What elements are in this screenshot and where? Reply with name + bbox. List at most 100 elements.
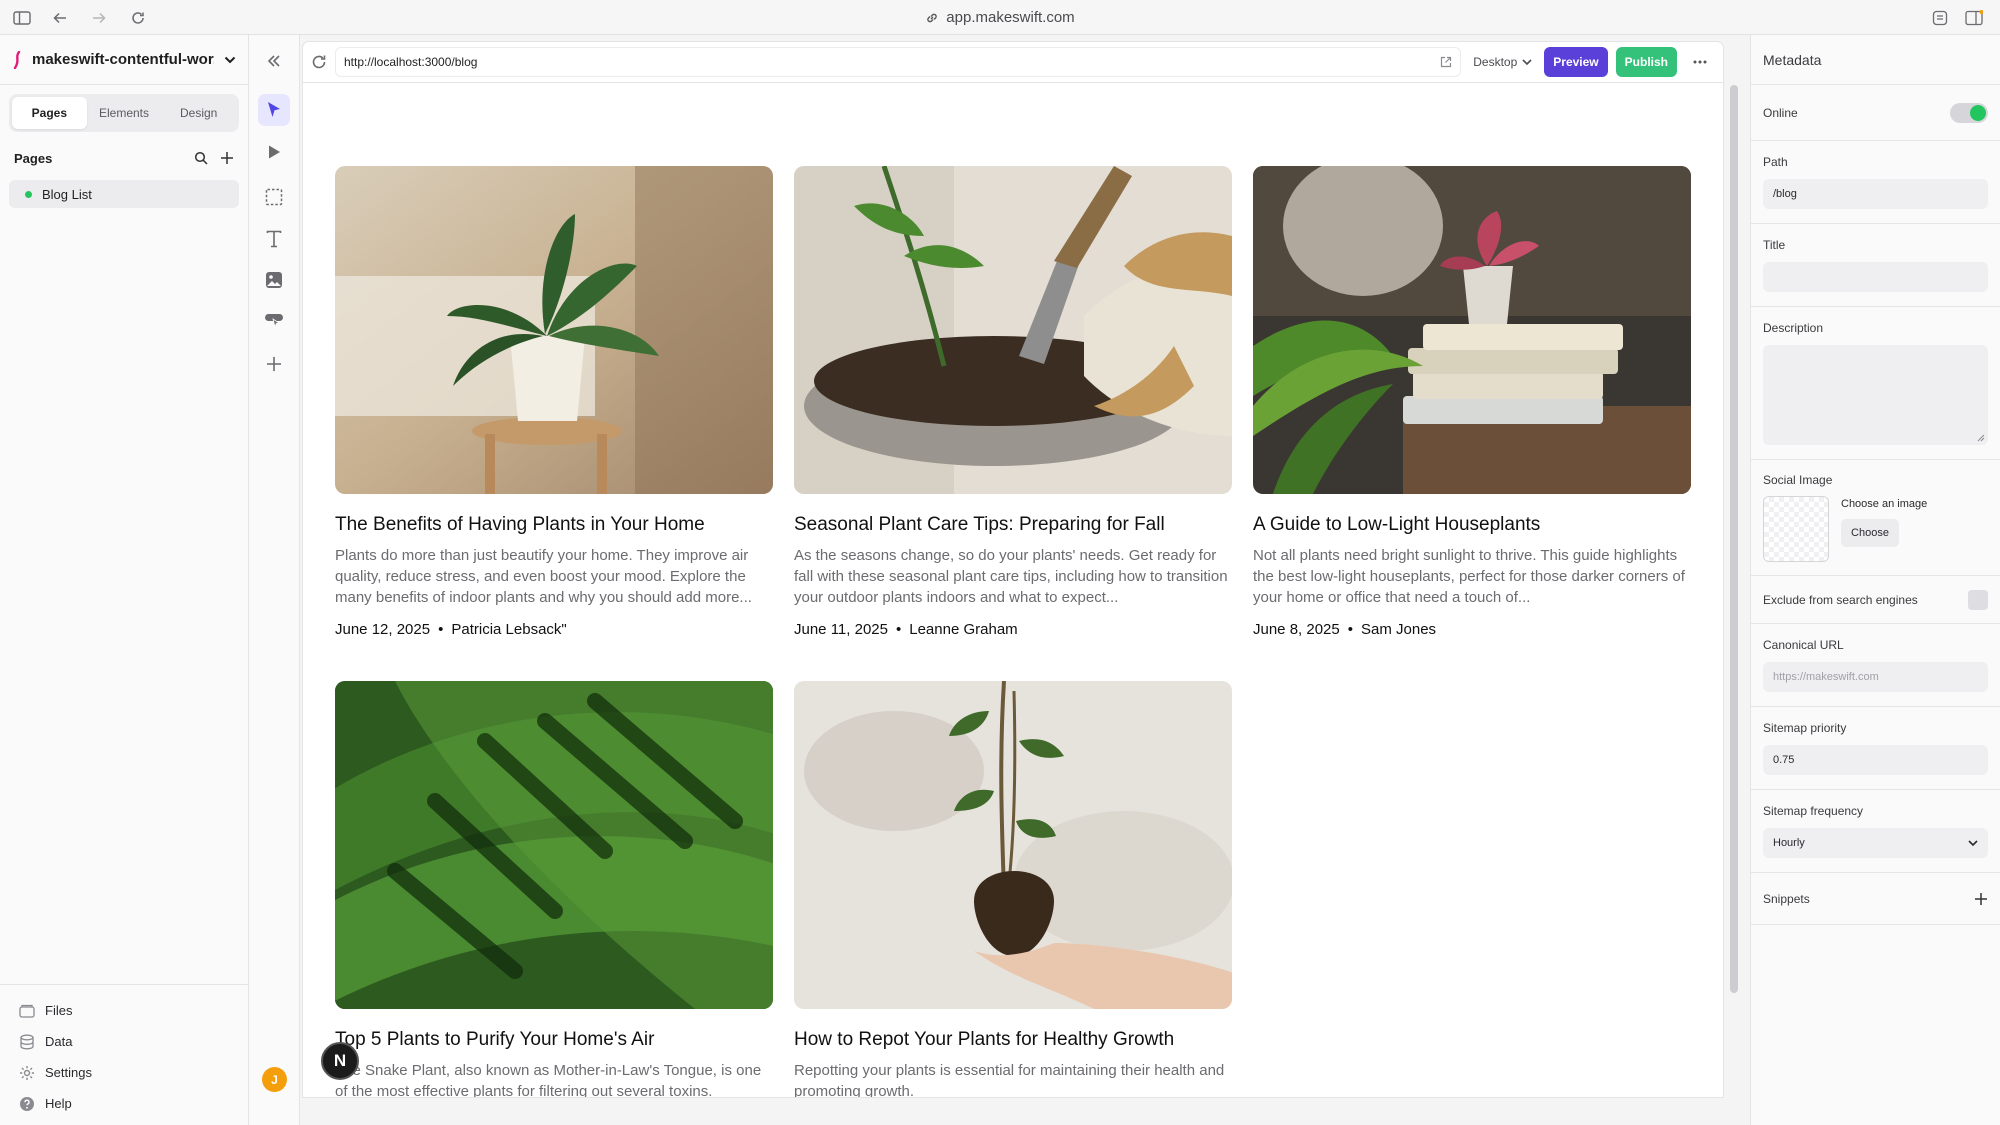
page-item-blog-list[interactable]: Blog List: [9, 180, 239, 208]
blog-card[interactable]: A Guide to Low-Light Houseplants Not all…: [1253, 166, 1691, 638]
chevron-down-icon: [1968, 839, 1978, 847]
nav-help-label: Help: [45, 1096, 72, 1111]
social-image-placeholder[interactable]: [1763, 496, 1829, 562]
meta-separator: •: [438, 621, 444, 638]
more-options-icon[interactable]: [1685, 60, 1715, 64]
project-selector[interactable]: makeswift-contentful-wor...: [0, 35, 248, 85]
path-label: Path: [1763, 155, 1788, 169]
tab-elements[interactable]: Elements: [87, 97, 162, 129]
nav-help[interactable]: Help: [0, 1088, 248, 1119]
refresh-icon[interactable]: [311, 54, 327, 70]
chevron-down-icon: [1522, 58, 1532, 66]
blog-card-excerpt: Not all plants need bright sunlight to t…: [1253, 547, 1685, 606]
sitemap-frequency-label: Sitemap frequency: [1763, 804, 1864, 818]
blog-card[interactable]: How to Repot Your Plants for Healthy Gro…: [794, 681, 1232, 1098]
nav-files[interactable]: Files: [0, 995, 248, 1026]
makeswift-logo-icon: [12, 50, 22, 69]
canvas-scrollbar[interactable]: [1730, 85, 1738, 993]
extension-icon[interactable]: [1929, 7, 1951, 29]
online-toggle[interactable]: [1950, 102, 1988, 123]
blog-card-author: Leanne Graham: [909, 621, 1018, 638]
canonical-url-input[interactable]: https://makeswift.com: [1763, 662, 1988, 692]
sitemap-priority-input[interactable]: 0.75: [1763, 745, 1988, 775]
exclude-search-checkbox[interactable]: [1968, 589, 1988, 610]
device-select-value: Desktop: [1473, 55, 1518, 69]
path-input[interactable]: /blog: [1763, 179, 1988, 209]
address-bar[interactable]: app.makeswift.com: [0, 0, 2000, 35]
blog-card-image[interactable]: [335, 681, 773, 1009]
sidebar-tabs: Pages Elements Design: [9, 94, 239, 132]
add-element-tool[interactable]: [258, 348, 290, 380]
blog-card-image[interactable]: [335, 166, 773, 494]
description-textarea[interactable]: [1763, 345, 1988, 445]
publish-button[interactable]: Publish: [1615, 47, 1677, 77]
choose-image-button[interactable]: Choose: [1841, 519, 1899, 547]
play-tool[interactable]: [258, 136, 290, 168]
blog-card[interactable]: Seasonal Plant Care Tips: Preparing for …: [794, 166, 1232, 638]
split-view-icon[interactable]: [1963, 7, 1985, 29]
database-icon: [19, 1034, 35, 1050]
online-label: Online: [1763, 105, 1798, 120]
blog-card[interactable]: Top 5 Plants to Purify Your Home's Air T…: [335, 681, 773, 1098]
collapse-panel-button[interactable]: [258, 45, 290, 77]
blog-card-title[interactable]: The Benefits of Having Plants in Your Ho…: [335, 514, 773, 536]
nav-settings[interactable]: Settings: [0, 1057, 248, 1088]
site-preview-frame[interactable]: The Benefits of Having Plants in Your Ho…: [302, 83, 1724, 1098]
resize-handle-icon[interactable]: [1977, 434, 1985, 442]
blog-card-excerpt: As the seasons change, so do your plants…: [794, 547, 1228, 606]
add-snippet-icon[interactable]: [1974, 892, 1988, 906]
button-tool[interactable]: [258, 305, 290, 337]
pages-heading: Pages: [14, 150, 53, 166]
bottom-nav: Files Data Settings Help: [0, 984, 248, 1125]
page-status-dot: [25, 190, 32, 198]
blog-card-meta: June 12, 2025 • Patricia Lebsack": [335, 621, 773, 638]
browser-toolbar: app.makeswift.com: [0, 0, 2000, 35]
blog-card-title[interactable]: How to Repot Your Plants for Healthy Gro…: [794, 1029, 1232, 1051]
sitemap-frequency-select[interactable]: Hourly: [1763, 828, 1988, 858]
box-tool[interactable]: [258, 181, 290, 213]
project-name: makeswift-contentful-wor...: [32, 51, 214, 68]
blog-card-excerpt: The Snake Plant, also known as Mother-in…: [335, 1062, 762, 1098]
preview-url-field[interactable]: http://localhost:3000/blog: [335, 47, 1462, 77]
nextjs-dev-badge[interactable]: N: [321, 1042, 359, 1080]
text-tool[interactable]: [258, 223, 290, 255]
nav-data[interactable]: Data: [0, 1026, 248, 1057]
link-icon: [925, 11, 939, 25]
blog-card-excerpt: Repotting your plants is essential for m…: [794, 1062, 1225, 1098]
add-page-icon[interactable]: [220, 151, 234, 165]
canonical-url-label: Canonical URL: [1763, 638, 1844, 652]
sitemap-frequency-value: Hourly: [1773, 837, 1805, 849]
select-tool[interactable]: [258, 94, 290, 126]
exclude-search-label: Exclude from search engines: [1763, 592, 1918, 607]
tab-design[interactable]: Design: [161, 97, 236, 129]
left-sidebar: makeswift-contentful-wor... Pages Elemen…: [0, 35, 249, 1125]
blog-card-title[interactable]: Seasonal Plant Care Tips: Preparing for …: [794, 514, 1232, 536]
title-label: Title: [1763, 238, 1786, 252]
device-select[interactable]: Desktop: [1469, 55, 1536, 69]
blog-card-author: Sam Jones: [1361, 621, 1437, 638]
preview-button[interactable]: Preview: [1544, 47, 1608, 77]
preview-url-text: http://localhost:3000/blog: [344, 55, 478, 69]
open-external-icon[interactable]: [1440, 56, 1452, 68]
blog-card-image[interactable]: [1253, 166, 1691, 494]
files-icon: [19, 1004, 35, 1018]
sitemap-priority-label: Sitemap priority: [1763, 721, 1847, 735]
blog-card-image[interactable]: [794, 166, 1232, 494]
metadata-panel: Metadata Online Path /blog Title Descrip…: [1750, 35, 2000, 1125]
blog-card[interactable]: The Benefits of Having Plants in Your Ho…: [335, 166, 773, 638]
title-input[interactable]: [1763, 262, 1988, 292]
blog-card-excerpt: Plants do more than just beautify your h…: [335, 547, 752, 606]
blog-card-date: June 11, 2025: [794, 621, 888, 638]
blog-card-title[interactable]: Top 5 Plants to Purify Your Home's Air: [335, 1029, 773, 1051]
search-icon[interactable]: [194, 151, 208, 165]
choose-image-text: Choose an image: [1841, 498, 1928, 510]
tab-pages[interactable]: Pages: [12, 97, 87, 129]
nav-settings-label: Settings: [45, 1065, 92, 1080]
blog-card-title[interactable]: A Guide to Low-Light Houseplants: [1253, 514, 1691, 536]
blog-card-image[interactable]: [794, 681, 1232, 1009]
avatar[interactable]: J: [262, 1067, 287, 1092]
nav-files-label: Files: [45, 1003, 73, 1018]
gear-icon: [19, 1065, 35, 1081]
image-tool[interactable]: [258, 264, 290, 296]
help-icon: [19, 1096, 35, 1112]
